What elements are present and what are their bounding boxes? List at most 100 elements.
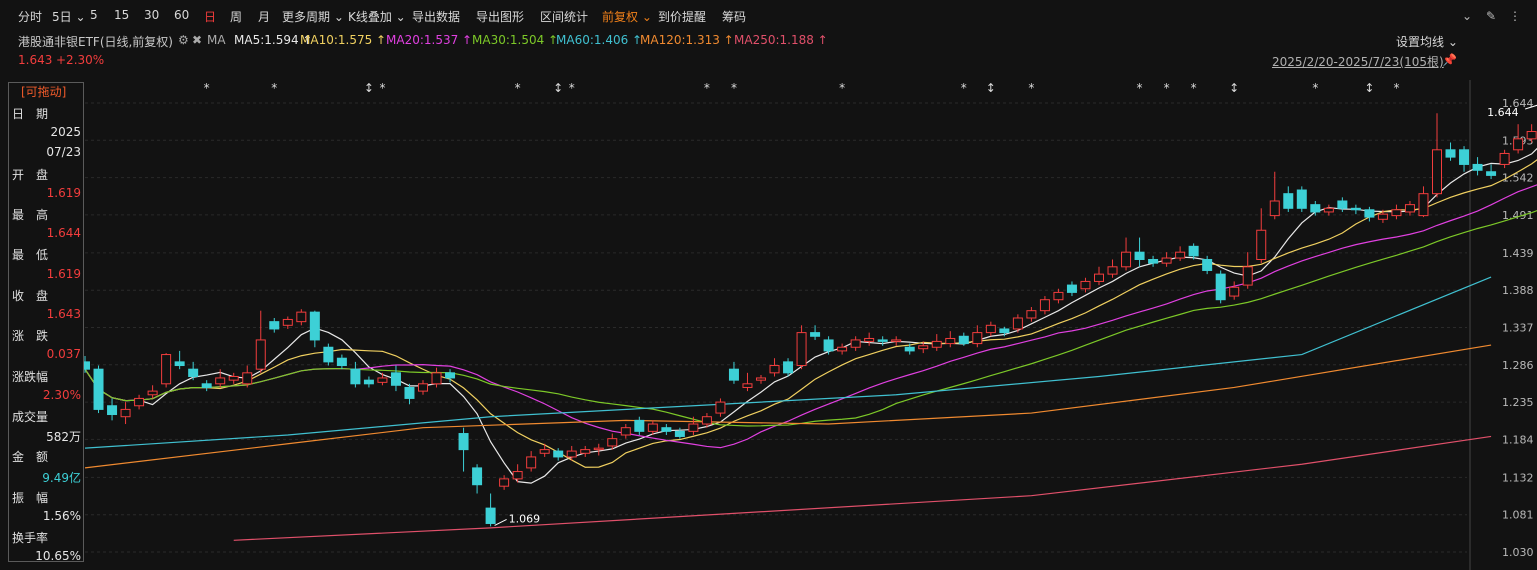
candle-body-98 [1404, 204, 1415, 213]
candle-body-70 [1026, 310, 1037, 319]
candle-body-20 [350, 368, 361, 385]
y-tick-label-6: 1.337 [1502, 322, 1534, 335]
candle-body-47 [715, 401, 726, 414]
candle-body-2 [107, 405, 118, 416]
panel-value-14: 2.30% [42, 387, 81, 402]
candle-body-38 [593, 447, 604, 451]
event-marker-7: * [704, 81, 710, 95]
panel-label-0: 日 期 [12, 107, 49, 121]
panel-label-11: 涨 跌 [12, 329, 49, 344]
candle-body-95 [1364, 209, 1375, 218]
candle-body-46 [701, 416, 712, 425]
event-marker-12: * [1028, 81, 1034, 95]
panel-value-10: 1.643 [46, 307, 81, 321]
candle-body-15 [282, 318, 293, 326]
candle-body-92 [1323, 207, 1334, 213]
candle-body-33 [526, 456, 537, 469]
panel-value-12: 0.037 [46, 347, 81, 362]
y-tick-label-8: 1.235 [1502, 396, 1534, 409]
candle-body-60 [891, 339, 902, 342]
candle-body-94 [1350, 207, 1361, 211]
candle-body-32 [512, 471, 523, 480]
candle-body-73 [1066, 284, 1077, 293]
y-tick-label-4: 1.439 [1502, 247, 1534, 260]
low-label: 1.069 [509, 512, 540, 525]
event-marker-17: * [1312, 81, 1318, 95]
candle-body-71 [1039, 299, 1050, 312]
candle-body-106 [1513, 138, 1524, 151]
y-tick-label-5: 1.388 [1502, 284, 1534, 297]
y-tick-label-11: 1.081 [1502, 509, 1534, 522]
panel-label-21: 换手率 [12, 531, 49, 546]
candle-body-68 [999, 328, 1010, 334]
candlestick-chart[interactable]: 1.6441.5931.5421.4911.4391.3881.3371.286… [0, 0, 1537, 570]
candle-body-6 [161, 354, 172, 385]
candle-body-50 [756, 377, 766, 381]
candle-body-48 [728, 368, 739, 381]
candle-body-4 [134, 397, 145, 407]
candle-body-8 [188, 368, 199, 377]
panel-label-13: 涨跌幅 [12, 369, 49, 384]
candle-body-26 [431, 372, 442, 385]
event-marker-8: * [731, 81, 737, 95]
candle-body-104 [1486, 171, 1497, 176]
candle-body-67 [985, 324, 996, 334]
event-marker-13: * [1137, 81, 1143, 95]
candle-body-55 [823, 339, 834, 352]
panel-value-1: 2025 [50, 125, 81, 140]
candle-body-14 [269, 321, 280, 330]
panel-value-18: 9.49亿 [42, 470, 81, 485]
candle-body-10 [215, 377, 226, 385]
candle-body-24 [404, 386, 415, 399]
event-marker-15: * [1191, 81, 1197, 95]
y-tick-label-9: 1.184 [1502, 433, 1534, 446]
candle-body-11 [228, 375, 239, 381]
event-marker-1: * [271, 81, 277, 95]
panel-label-5: 最 高 [12, 208, 49, 222]
candle-body-43 [661, 427, 672, 432]
ma-line-ma250 [233, 435, 1492, 541]
event-marker-14: * [1164, 81, 1170, 95]
candle-body-7 [174, 361, 185, 367]
candle-body-86 [1242, 266, 1253, 286]
candle-body-9 [201, 383, 212, 388]
candle-body-91 [1310, 204, 1321, 213]
event-marker-4: * [515, 81, 521, 95]
candle-body-29 [472, 467, 483, 486]
candle-body-23 [390, 372, 401, 386]
candle-body-21 [363, 379, 374, 385]
candle-body-54 [810, 332, 821, 337]
event-marker-0: * [204, 81, 210, 95]
candle-body-65 [958, 335, 969, 345]
y-tick-label-10: 1.132 [1502, 471, 1534, 484]
candle-body-107 [1526, 131, 1537, 140]
candle-body-90 [1296, 189, 1307, 209]
candle-body-97 [1391, 209, 1402, 217]
candle-body-84 [1215, 273, 1226, 301]
drag-handle[interactable]: [可拖动] [9, 83, 83, 101]
candle-body-102 [1459, 149, 1470, 165]
candle-body-44 [674, 430, 685, 437]
candle-body-12 [242, 372, 253, 385]
panel-label-3: 开 盘 [12, 167, 49, 182]
panel-label-17: 金 额 [12, 450, 49, 465]
candle-body-100 [1432, 149, 1442, 195]
candle-body-78 [1134, 251, 1145, 260]
candle-body-39 [607, 438, 618, 447]
candle-body-40 [620, 427, 631, 436]
candle-body-64 [945, 337, 956, 345]
event-marker-16: ↕ [1229, 81, 1239, 95]
y-tick-label-12: 1.030 [1502, 546, 1534, 559]
candle-body-56 [837, 346, 848, 352]
candle-body-77 [1121, 251, 1132, 268]
panel-value-2: 07/23 [46, 145, 81, 160]
low-pointer [494, 519, 507, 526]
info-panel[interactable]: [可拖动] 日 期 2025 07/23 开 盘 1.619 最 高 1.644 最 低 1.6… [8, 82, 84, 563]
candle-body-85 [1229, 286, 1240, 297]
candle-body-99 [1418, 193, 1429, 217]
candle-body-22 [377, 377, 388, 383]
candle-body-52 [783, 361, 794, 374]
candle-body-57 [850, 339, 861, 348]
event-marker-11: ↕ [986, 81, 996, 95]
panel-label-9: 收 盘 [12, 288, 49, 303]
